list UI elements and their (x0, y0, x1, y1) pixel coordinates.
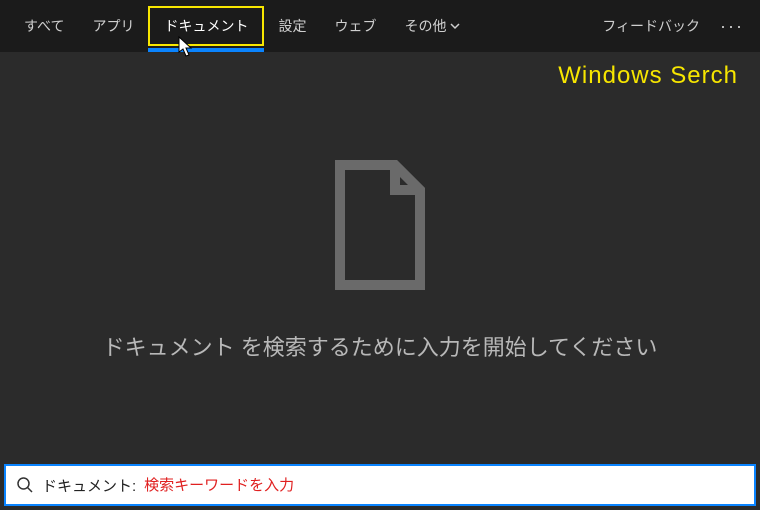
more-button[interactable]: ··· (714, 16, 750, 37)
tab-label: すべて (24, 16, 64, 36)
tab-label: ウェブ (334, 16, 376, 36)
tab-documents[interactable]: ドキュメント (148, 6, 264, 46)
tab-settings[interactable]: 設定 (264, 0, 320, 52)
search-scope-label: ドキュメント: (42, 475, 136, 496)
topbar: すべて アプリ ドキュメント 設定 ウェブ その他 フィードバック ··· (0, 0, 760, 52)
empty-state: ドキュメント を検索するために入力を開始してください (0, 160, 760, 362)
document-icon (330, 160, 430, 290)
search-icon (16, 476, 34, 494)
tab-all[interactable]: すべて (10, 0, 78, 52)
search-input[interactable] (144, 477, 744, 494)
search-bar[interactable]: ドキュメント: (4, 464, 756, 506)
chevron-down-icon (450, 18, 460, 34)
feedback-link[interactable]: フィードバック (602, 16, 700, 36)
tab-apps[interactable]: アプリ (78, 0, 148, 52)
tab-label: アプリ (92, 16, 134, 36)
tab-label: その他 (404, 16, 446, 36)
tab-label: 設定 (278, 16, 306, 36)
tab-label: ドキュメント (164, 16, 248, 36)
banner-title: Windows Serch (558, 62, 738, 90)
tab-more[interactable]: その他 (390, 0, 474, 52)
tab-web[interactable]: ウェブ (320, 0, 390, 52)
empty-state-prompt: ドキュメント を検索するために入力を開始してください (103, 330, 658, 362)
tabs: すべて アプリ ドキュメント 設定 ウェブ その他 (10, 0, 474, 52)
topbar-right: フィードバック ··· (602, 16, 750, 37)
